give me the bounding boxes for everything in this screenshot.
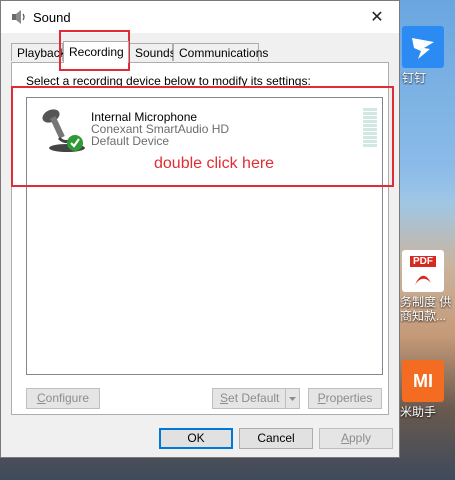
desktop-icon-label: 米助手	[400, 405, 437, 419]
tab-playback[interactable]: Playback	[11, 43, 66, 61]
set-default-label: et Default	[228, 391, 280, 405]
mi-icon: MI	[402, 360, 444, 402]
desktop-icon-dingtalk[interactable]: 钉钉	[400, 26, 455, 85]
pdf-icon: PDF	[402, 250, 444, 292]
configure-mnemonic: C	[36, 391, 46, 405]
chevron-down-icon	[289, 397, 296, 401]
apply-button[interactable]: Apply	[319, 428, 393, 449]
properties-button[interactable]: Properties	[308, 388, 382, 409]
annotation-text: double click here	[154, 155, 275, 172]
speaker-icon	[12, 10, 25, 24]
mi-logo-text: MI	[413, 370, 433, 391]
tab-label: Sounds	[135, 46, 176, 60]
set-default-button[interactable]: Set Default	[212, 388, 286, 409]
pdf-badge: PDF	[410, 255, 436, 267]
set-default-dropdown[interactable]	[285, 388, 300, 409]
cancel-button[interactable]: Cancel	[239, 428, 313, 449]
tab-communications[interactable]: Communications	[173, 43, 268, 61]
desktop-icon-label: 务制度 供	[400, 295, 452, 309]
desktop-icon-mi[interactable]: MI 米助手	[400, 360, 455, 419]
ok-button[interactable]: OK	[159, 428, 233, 449]
desktop-icon-pdf[interactable]: PDF 务制度 供 商知款...	[400, 250, 455, 323]
properties-label: roperties	[325, 391, 373, 405]
properties-mnemonic: P	[317, 391, 326, 405]
dingtalk-icon	[402, 26, 444, 68]
dialog-title: Sound	[33, 10, 71, 25]
configure-label: onfigure	[45, 391, 90, 405]
desktop-icon-label: 钉钉	[402, 71, 427, 85]
close-icon: ✕	[370, 9, 384, 26]
configure-button[interactable]: Configure	[26, 388, 100, 409]
close-button[interactable]: ✕	[355, 1, 399, 33]
desktop-icon-label: 商知款...	[400, 309, 447, 323]
tab-recording[interactable]: Recording	[63, 41, 129, 63]
apply-mnemonic: A	[340, 431, 349, 445]
tab-sounds[interactable]: Sounds	[129, 43, 176, 61]
cancel-label: Cancel	[257, 431, 295, 445]
ok-label: OK	[187, 431, 205, 445]
tab-label: Recording	[69, 45, 124, 59]
set-default-mnemonic: S	[220, 391, 229, 405]
tab-label: Communications	[179, 46, 269, 60]
apply-label: pply	[349, 431, 372, 445]
title-bar[interactable]: Sound ✕	[1, 1, 399, 33]
